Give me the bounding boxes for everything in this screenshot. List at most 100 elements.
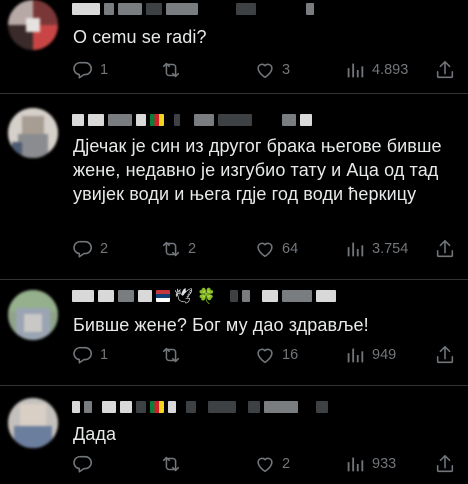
handle-redacted bbox=[194, 114, 214, 126]
like-count: 64 bbox=[282, 241, 299, 257]
views-count: 933 bbox=[372, 456, 397, 472]
views-icon bbox=[347, 348, 364, 363]
tweet-text: O cemu se radi? bbox=[73, 27, 207, 47]
like-icon bbox=[257, 63, 273, 79]
reply-button[interactable] bbox=[72, 452, 100, 476]
avatar[interactable] bbox=[8, 398, 58, 448]
tweet-header: 🕊 🍀 bbox=[72, 287, 336, 305]
username-redacted bbox=[118, 290, 134, 302]
avatar[interactable] bbox=[8, 108, 58, 158]
views-count: 4.893 bbox=[372, 62, 409, 78]
retweet-button[interactable]: 2 bbox=[160, 237, 196, 261]
views-icon bbox=[347, 242, 364, 257]
reply-button[interactable]: 1 bbox=[72, 58, 108, 82]
views-button[interactable]: 3.754 bbox=[344, 237, 408, 261]
dove-icon: 🕊 bbox=[174, 287, 194, 305]
reply-feed: O cemu se radi? 1 3 4.893 Дјечак је син … bbox=[0, 0, 468, 484]
reply-button[interactable]: 1 bbox=[72, 343, 108, 367]
tweet-header bbox=[72, 111, 312, 129]
tweet-actions: 1 3 4.893 bbox=[72, 58, 456, 82]
reply-button[interactable]: 2 bbox=[72, 237, 108, 261]
timestamp-redacted bbox=[282, 114, 296, 126]
views-icon bbox=[347, 63, 364, 78]
tweet-actions: 2 933 bbox=[72, 452, 456, 476]
handle-redacted bbox=[104, 3, 114, 15]
views-count: 3.754 bbox=[372, 241, 409, 257]
handle-redacted bbox=[229, 290, 238, 302]
reply-count: 2 bbox=[100, 241, 109, 257]
share-icon bbox=[436, 454, 454, 473]
timestamp-redacted bbox=[300, 114, 312, 126]
username-redacted bbox=[84, 401, 92, 413]
tweet-1[interactable]: O cemu se radi? 1 3 4.893 bbox=[0, 0, 468, 94]
username-redacted bbox=[102, 401, 116, 413]
username-redacted bbox=[72, 114, 84, 126]
like-count: 16 bbox=[282, 347, 299, 363]
tweet-actions: 1 16 949 bbox=[72, 343, 456, 367]
like-button[interactable]: 2 bbox=[254, 452, 290, 476]
views-button[interactable]: 4.893 bbox=[344, 58, 408, 82]
views-button[interactable]: 933 bbox=[344, 452, 396, 476]
timestamp-redacted bbox=[315, 290, 336, 302]
handle-redacted bbox=[118, 3, 142, 15]
reply-icon bbox=[73, 240, 93, 258]
username-redacted bbox=[72, 3, 100, 15]
username-redacted bbox=[98, 290, 114, 302]
avatar[interactable] bbox=[8, 0, 58, 50]
handle-redacted bbox=[241, 290, 250, 302]
like-button[interactable]: 64 bbox=[254, 237, 298, 261]
tweet-3[interactable]: 🕊 🍀 Бивше жене? Бог му дао здравље! 1 16 bbox=[0, 280, 468, 386]
like-count: 3 bbox=[282, 62, 291, 78]
share-icon bbox=[436, 345, 454, 364]
username-redacted bbox=[136, 401, 146, 413]
like-button[interactable]: 3 bbox=[254, 58, 290, 82]
share-button[interactable] bbox=[434, 58, 456, 82]
retweet-icon bbox=[162, 456, 180, 472]
tweet-header bbox=[72, 398, 328, 416]
retweet-button[interactable] bbox=[160, 452, 188, 476]
handle-redacted bbox=[248, 401, 260, 413]
username-redacted bbox=[88, 114, 104, 126]
handle-redacted bbox=[146, 3, 162, 15]
views-count: 949 bbox=[372, 347, 397, 363]
tweet-actions: 2 2 64 3.754 bbox=[72, 237, 456, 261]
tweet-header bbox=[72, 0, 314, 18]
username-redacted bbox=[138, 290, 152, 302]
reply-icon bbox=[73, 455, 93, 473]
share-button[interactable] bbox=[434, 237, 456, 261]
like-icon bbox=[257, 348, 273, 364]
tweet-2[interactable]: Дјечак је син из другог брака његове бив… bbox=[0, 94, 468, 280]
flag-serbia-icon bbox=[156, 290, 170, 302]
handle-redacted bbox=[166, 3, 198, 15]
handle-redacted bbox=[261, 290, 278, 302]
like-count: 2 bbox=[282, 456, 291, 472]
share-icon bbox=[436, 239, 454, 258]
handle-redacted bbox=[186, 401, 196, 413]
more-redacted bbox=[306, 3, 314, 15]
tweet-text: Дјечак је син из другог брака његове бив… bbox=[73, 136, 442, 204]
username-redacted bbox=[72, 401, 80, 413]
reply-count: 1 bbox=[100, 62, 109, 78]
avatar[interactable] bbox=[8, 290, 58, 340]
retweet-icon bbox=[162, 347, 180, 363]
tweet-text: Бивше жене? Бог му дао здравље! bbox=[73, 315, 369, 335]
username-redacted bbox=[120, 401, 132, 413]
like-button[interactable]: 16 bbox=[254, 343, 298, 367]
tweet-4[interactable]: Дада 2 933 bbox=[0, 386, 468, 484]
reply-icon bbox=[73, 61, 93, 79]
share-button[interactable] bbox=[434, 343, 456, 367]
share-button[interactable] bbox=[434, 452, 456, 476]
reply-icon bbox=[73, 346, 93, 364]
views-icon bbox=[347, 457, 364, 472]
retweet-icon bbox=[162, 241, 180, 257]
username-redacted bbox=[108, 114, 132, 126]
handle-redacted bbox=[174, 114, 180, 126]
flag-cameroon-icon bbox=[150, 114, 164, 126]
share-icon bbox=[436, 60, 454, 79]
username-redacted bbox=[72, 290, 94, 302]
views-button[interactable]: 949 bbox=[344, 343, 396, 367]
clover-icon: 🍀 bbox=[197, 287, 216, 305]
retweet-button[interactable] bbox=[160, 343, 188, 367]
retweet-button[interactable] bbox=[160, 58, 188, 82]
reply-count: 1 bbox=[100, 347, 109, 363]
